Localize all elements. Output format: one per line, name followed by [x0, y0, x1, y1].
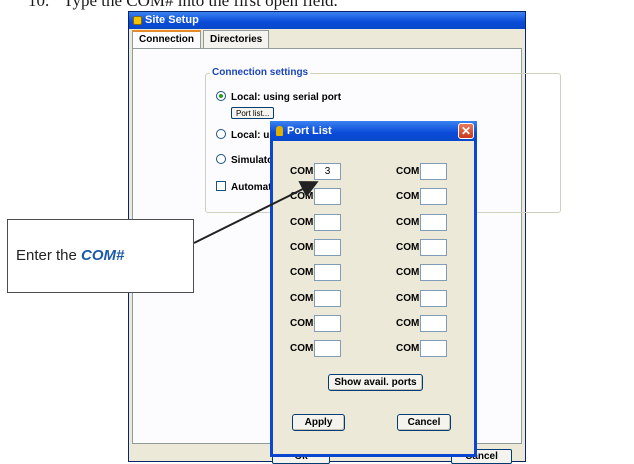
callout-prefix: Enter the — [16, 247, 77, 264]
callout-box: Enter the COM# — [7, 219, 194, 293]
callout-emphasis: COM# — [81, 247, 125, 264]
